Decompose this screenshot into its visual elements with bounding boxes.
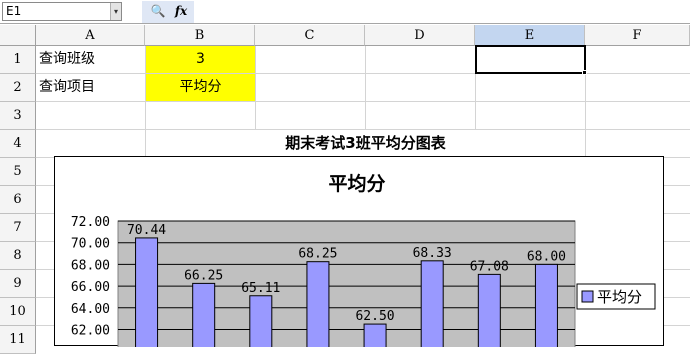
fill-handle[interactable] [582, 70, 587, 75]
y-tick-label: 68.00 [71, 258, 110, 273]
name-box[interactable]: E1 [2, 2, 122, 21]
bar [363, 323, 387, 347]
column-header-c[interactable]: C [255, 25, 365, 46]
row-header-7[interactable]: 7 [0, 214, 36, 242]
active-cell-e1[interactable] [475, 45, 586, 74]
row-header-10[interactable]: 10 [0, 298, 36, 326]
cell-a1[interactable]: 查询班级 [36, 46, 145, 73]
cell-a2[interactable]: 查询项目 [36, 74, 145, 101]
column-header-a[interactable]: A [36, 25, 145, 46]
column-header-d[interactable]: D [365, 25, 475, 46]
cell-b2[interactable]: 平均分 [146, 74, 255, 101]
bar [477, 273, 501, 347]
data-label: 68.33 [413, 246, 452, 261]
bar [192, 282, 216, 347]
row-header-9[interactable]: 9 [0, 270, 36, 298]
data-label: 67.08 [470, 259, 509, 274]
row-header-5[interactable]: 5 [0, 158, 36, 186]
bar [420, 260, 444, 347]
magnifier-icon[interactable]: 🔍 [150, 3, 166, 19]
gridline [36, 101, 690, 102]
bar [135, 237, 159, 347]
select-all-corner[interactable] [0, 25, 36, 46]
data-label: 66.25 [184, 268, 223, 283]
data-label: 68.00 [527, 249, 566, 264]
y-tick-label: 62.00 [71, 324, 110, 339]
plot-area [117, 220, 576, 347]
legend-label: 平均分 [597, 288, 642, 306]
bar [534, 263, 558, 347]
column-header-e[interactable]: E [475, 25, 585, 46]
y-tick-label: 72.00 [71, 215, 110, 230]
row-header-11[interactable]: 11 [0, 326, 36, 354]
column-header-f[interactable]: F [585, 25, 690, 46]
chart-svg: 平均分 72.00 70.00 68.00 66.00 64.00 62.00 70.44 6… [71, 172, 656, 347]
row-header-6[interactable]: 6 [0, 186, 36, 214]
insert-function-icon[interactable]: fx [172, 3, 190, 19]
cell-b1[interactable]: 3 [146, 46, 255, 73]
y-tick-label: 66.00 [71, 280, 110, 295]
chevron-down-icon[interactable]: ▾ [110, 3, 121, 20]
data-label: 65.11 [241, 281, 280, 296]
column-header-b[interactable]: B [145, 25, 255, 46]
data-label: 68.25 [298, 247, 337, 262]
formula-input[interactable] [196, 1, 690, 23]
row-header-1[interactable]: 1 [0, 46, 36, 74]
row-header-2[interactable]: 2 [0, 74, 36, 102]
y-tick-label: 70.00 [71, 237, 110, 252]
legend-swatch [581, 290, 594, 303]
row-header-3[interactable]: 3 [0, 102, 36, 130]
bar [249, 295, 273, 347]
embedded-chart[interactable]: 平均分 72.00 70.00 68.00 66.00 64.00 62.00 70.44 6… [54, 156, 664, 347]
y-tick-label: 64.00 [71, 302, 110, 317]
chart-heading-cell[interactable]: 期末考试3班平均分图表 [146, 130, 585, 157]
chart-title: 平均分 [328, 172, 385, 195]
bar [306, 261, 330, 347]
row-header-8[interactable]: 8 [0, 242, 36, 270]
data-label: 70.44 [127, 223, 166, 238]
row-header-4[interactable]: 4 [0, 130, 36, 158]
data-label: 62.50 [355, 309, 394, 324]
